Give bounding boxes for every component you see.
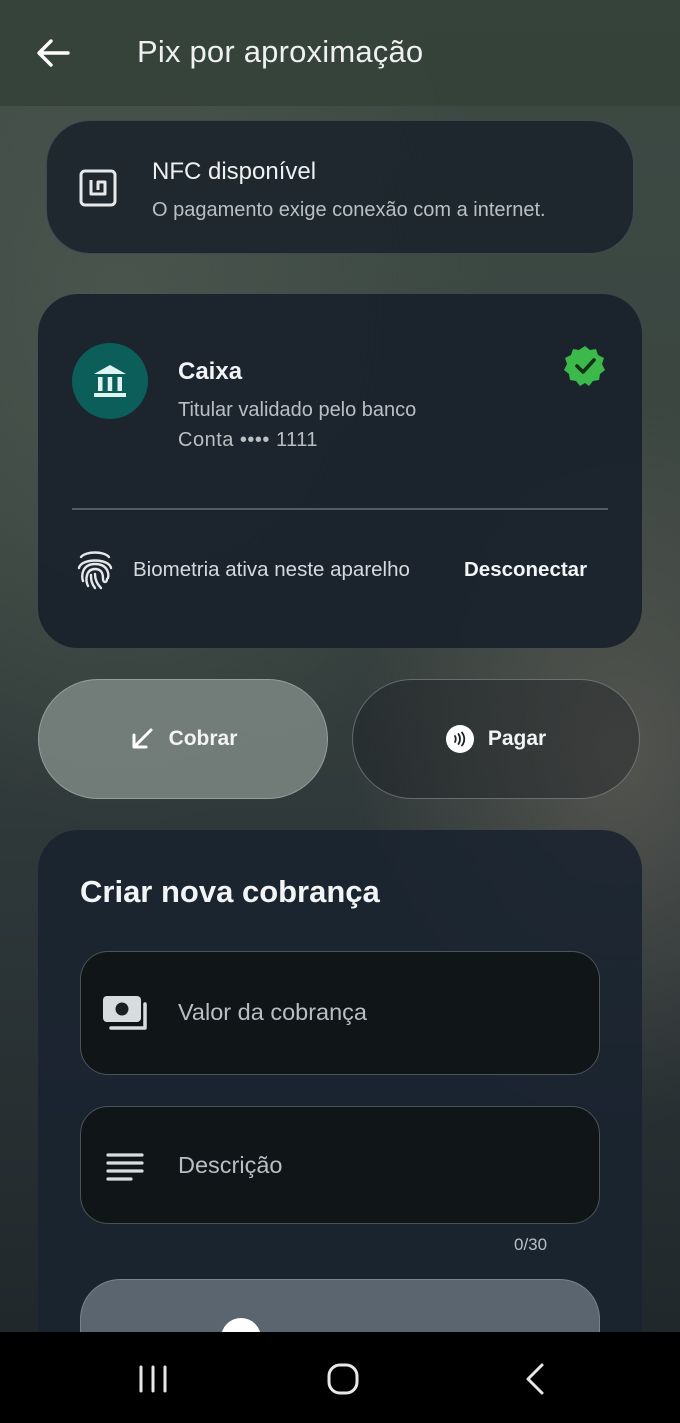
valor-input[interactable]: Valor da cobrança: [80, 951, 600, 1075]
back-button[interactable]: [28, 30, 78, 76]
arrow-left-icon: [37, 39, 70, 67]
description-counter: 0/30: [514, 1235, 548, 1254]
pagar-label: Pagar: [487, 727, 547, 750]
card-divider: [72, 508, 608, 510]
nfc-subtitle: O pagamento exige conexão com a internet…: [152, 199, 546, 221]
text-lines-icon: [106, 1153, 144, 1181]
page-title: Pix por aproximação: [137, 34, 424, 69]
back-chevron-icon: [526, 1363, 544, 1395]
money-icon: [103, 996, 147, 1030]
recents-button[interactable]: [123, 1354, 183, 1404]
recents-icon: [139, 1365, 167, 1393]
contactless-icon: [445, 725, 474, 753]
verified-badge-icon: [564, 346, 605, 386]
cobrar-label: Cobrar: [168, 727, 238, 750]
system-back-button[interactable]: [505, 1354, 565, 1404]
system-nav-bar: [0, 1332, 680, 1423]
nfc-title: NFC disponível: [152, 158, 317, 185]
account-number: Conta •••• 1111: [178, 429, 319, 451]
bank-avatar: [72, 343, 148, 419]
bank-name: Caixa: [178, 358, 243, 385]
pagar-button[interactable]: Pagar: [352, 679, 640, 799]
nfc-icon: [79, 169, 117, 207]
fingerprint-icon: [77, 551, 113, 590]
descricao-input[interactable]: Descrição: [80, 1106, 600, 1224]
home-icon: [327, 1363, 359, 1395]
disconnect-button[interactable]: Desconectar: [464, 558, 587, 582]
form-title: Criar nova cobrança: [80, 874, 380, 909]
cobrar-button[interactable]: Cobrar: [38, 679, 328, 799]
app-bar: Pix por aproximação: [0, 0, 680, 106]
arrow-down-left-icon: [132, 728, 153, 749]
bank-icon: [94, 365, 126, 397]
nfc-status-card: [46, 120, 634, 254]
biometry-status: Biometria ativa neste aparelho: [133, 558, 410, 581]
home-button[interactable]: [313, 1354, 373, 1404]
valor-label: Valor da cobrança: [178, 999, 367, 1025]
holder-status: Titular validado pelo banco: [178, 399, 417, 421]
descricao-label: Descrição: [178, 1152, 283, 1178]
